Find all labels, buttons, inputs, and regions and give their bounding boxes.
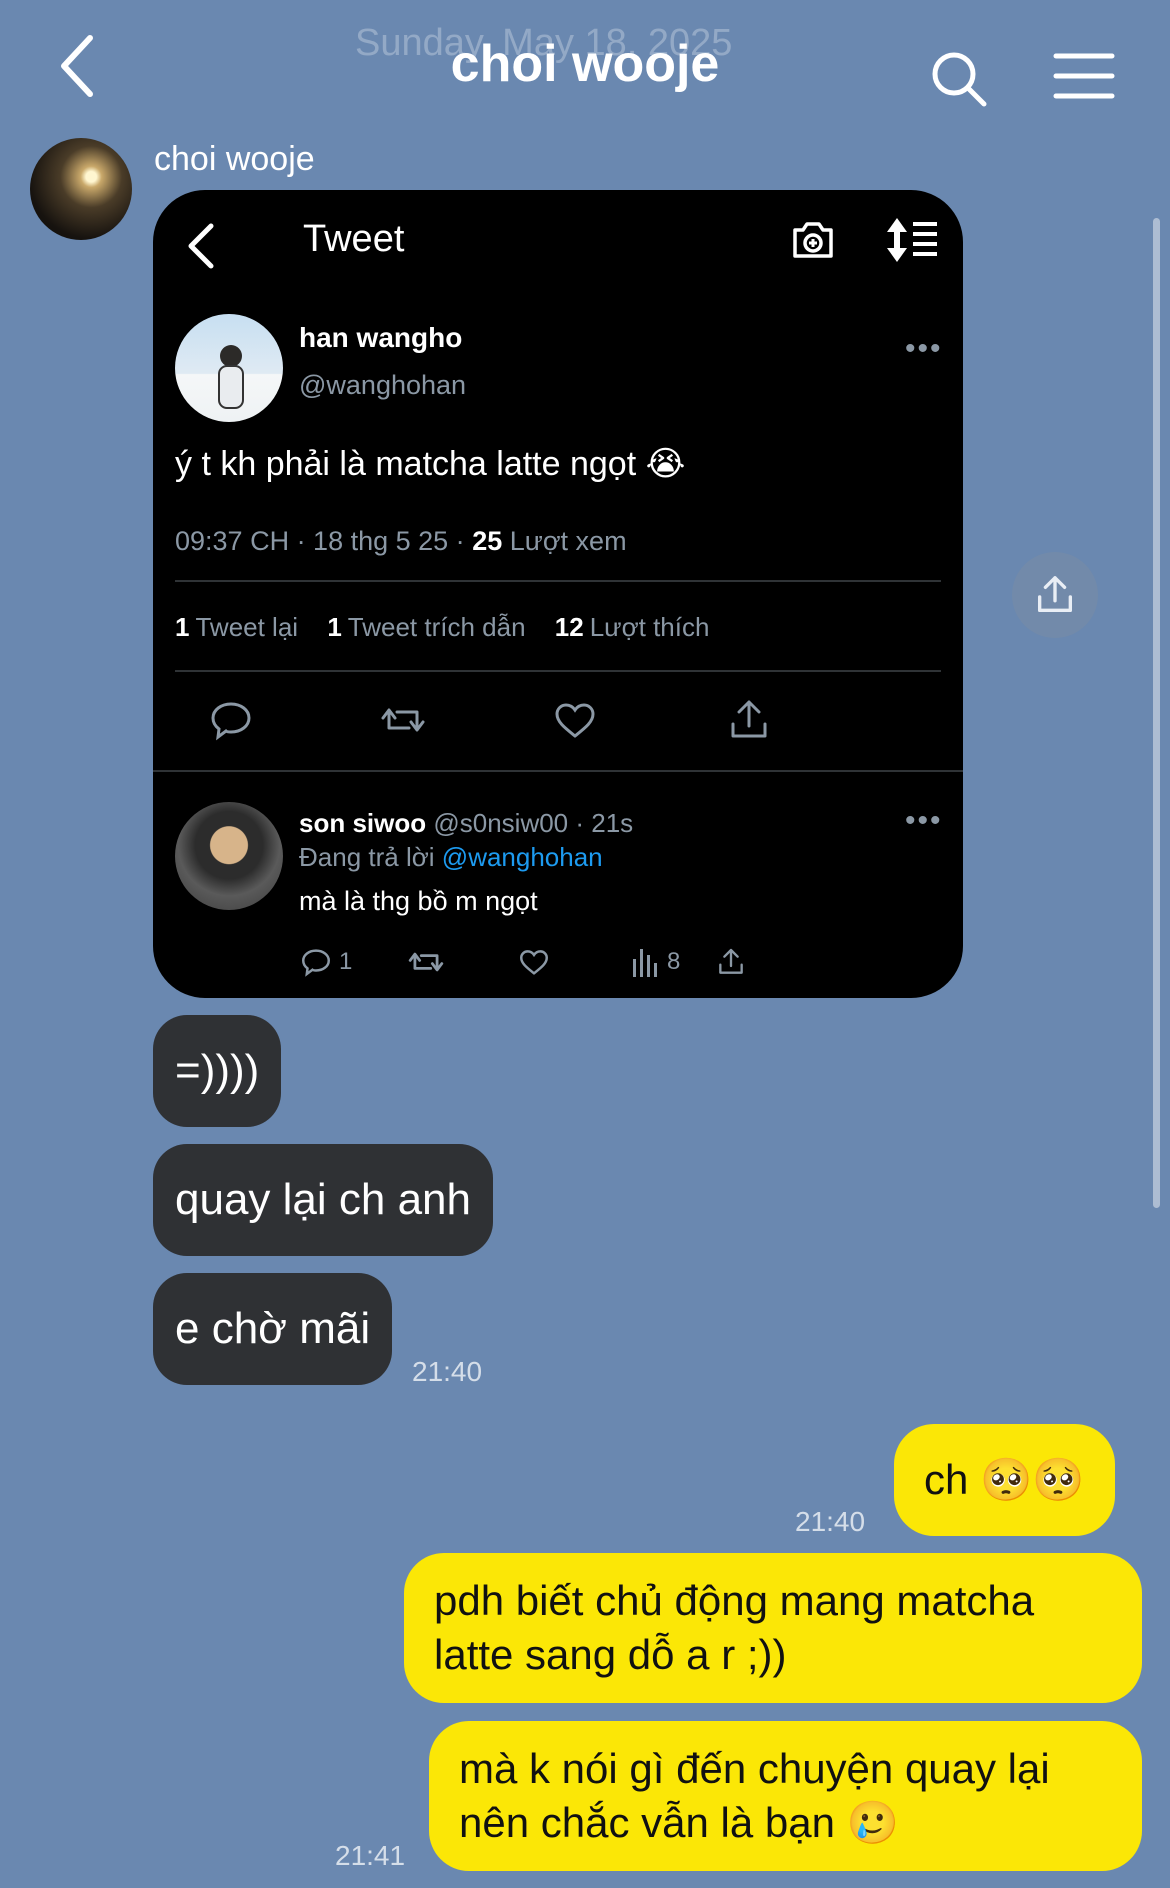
tweet-meta: 09:37 CH · 18 thg 5 25 · 25 Lượt xem	[175, 526, 627, 557]
reply-count: 1	[339, 948, 353, 975]
search-button[interactable]	[928, 48, 990, 110]
retweet-icon	[381, 708, 425, 732]
tweet-stats: 1 Tweet lại 1 Tweet trích dẫn 12 Lượt thích	[175, 612, 731, 643]
back-button[interactable]	[50, 30, 110, 102]
divider	[153, 770, 963, 772]
sender-avatar[interactable]	[30, 138, 132, 240]
like-action	[517, 942, 551, 982]
share-icon	[719, 948, 743, 974]
heart-icon	[555, 703, 595, 738]
incoming-message[interactable]: e chờ mãi	[153, 1273, 393, 1385]
tweet-timestamp: 09:37 CH · 18 thg 5 25 ·	[175, 526, 465, 556]
incoming-message[interactable]: =))))	[153, 1015, 282, 1127]
share-image-button[interactable]	[1012, 552, 1098, 638]
more-options-icon: •••	[905, 804, 943, 837]
sender-name: choi wooje	[154, 140, 315, 178]
more-options-icon: •••	[905, 332, 943, 365]
camera-icon	[793, 222, 833, 258]
heart-icon	[520, 950, 548, 975]
retweet-action	[407, 942, 445, 982]
message-time: 21:40	[412, 1356, 483, 1387]
outgoing-message[interactable]: mà k nói gì đến chuyện quay lại nên chắc…	[429, 1721, 1142, 1871]
chevron-left-icon	[188, 223, 214, 269]
reply-author-name: son siwoo	[299, 808, 427, 838]
reply-header: son siwoo @s0nsiw00 · 21s	[299, 808, 633, 839]
retweets-label: Tweet lại	[195, 612, 299, 642]
share-action	[715, 942, 747, 982]
quotes-label: Tweet trích dẫn	[347, 612, 526, 642]
message-time: 21:40	[795, 1506, 866, 1537]
views-count: 25	[472, 526, 503, 556]
message-time: 21:41	[335, 1840, 406, 1871]
quotes-count: 1	[327, 612, 342, 642]
share-icon	[1037, 576, 1073, 613]
author-name: han wangho	[299, 322, 463, 353]
replying-to: Đang trả lời @wanghohan	[299, 842, 603, 873]
reply-author-avatar	[175, 802, 283, 910]
tweet-screenshot-image[interactable]: Tweet han wangho @wanghohan ••• ý t kh p…	[153, 190, 963, 998]
tweet-text: ý t kh phải là matcha latte ngọt 😭	[175, 445, 686, 483]
scrollbar[interactable]	[1153, 218, 1160, 1208]
reply-icon	[211, 702, 251, 741]
replying-prefix: Đang trả lời	[299, 842, 435, 872]
views-action: 8	[631, 942, 680, 982]
reply-text: mà là thg bồ m ngọt	[299, 886, 538, 916]
outgoing-message[interactable]: ch 🥺🥺	[894, 1424, 1115, 1536]
retweet-icon	[408, 952, 444, 972]
hamburger-menu-icon	[1053, 53, 1115, 99]
reply-icon	[302, 949, 330, 977]
menu-button[interactable]	[1052, 50, 1116, 102]
author-avatar	[175, 314, 283, 422]
tweet-screen-title: Tweet	[303, 218, 405, 260]
outgoing-message[interactable]: pdh biết chủ động mang matcha latte sang…	[404, 1553, 1142, 1703]
divider	[175, 670, 941, 672]
views-label: Lượt xem	[509, 526, 627, 556]
search-icon	[932, 52, 987, 107]
reply-action: 1	[299, 942, 352, 982]
bar-chart-icon	[633, 949, 657, 977]
chevron-left-icon	[61, 35, 93, 97]
sort-icon	[887, 218, 937, 262]
replying-mention: @wanghohan	[441, 842, 603, 872]
chat-title: choi wooje	[450, 35, 720, 93]
likes-count: 12	[554, 612, 584, 642]
incoming-message[interactable]: quay lại ch anh	[153, 1144, 493, 1256]
reply-views-count: 8	[667, 948, 681, 975]
divider	[175, 580, 941, 582]
likes-label: Lượt thích	[589, 612, 710, 642]
share-icon	[731, 700, 767, 738]
reply-handle-time: @s0nsiw00 · 21s	[433, 808, 634, 838]
retweets-count: 1	[175, 612, 190, 642]
author-handle: @wanghohan	[299, 370, 467, 400]
